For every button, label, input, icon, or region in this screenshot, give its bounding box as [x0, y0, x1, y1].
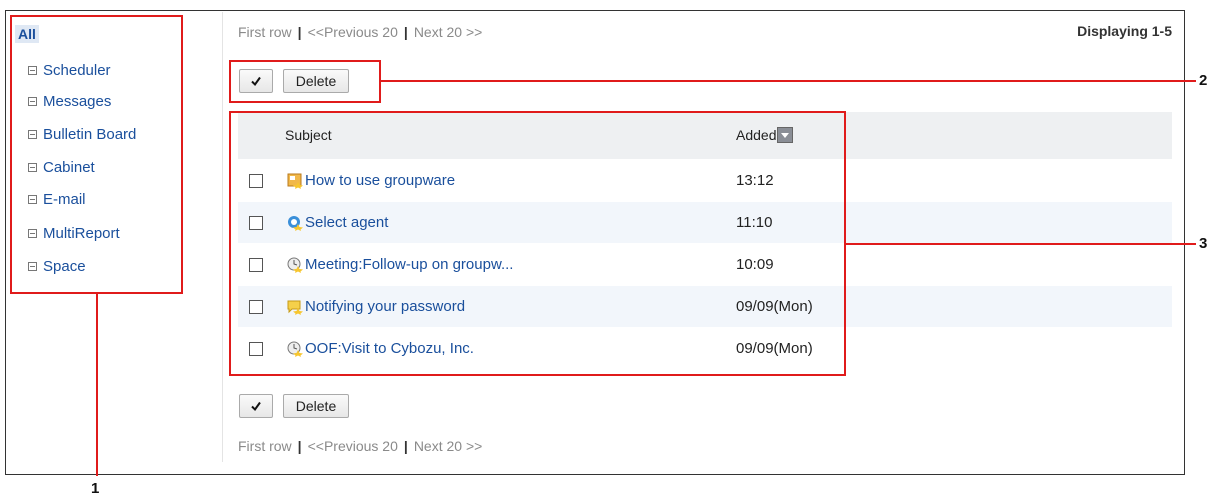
pager-separator: |	[297, 24, 302, 40]
pager-separator: |	[403, 438, 408, 454]
first-row-link[interactable]: First row	[238, 438, 292, 454]
callout-label-3: 3	[1199, 235, 1208, 252]
previous-link[interactable]: <<Previous 20	[308, 24, 398, 40]
pager-top: First row | <<Previous 20 | Next 20 >>	[238, 24, 482, 40]
callout-label-2: 2	[1199, 72, 1208, 89]
pager-bottom: First row | <<Previous 20 | Next 20 >>	[238, 438, 482, 454]
first-row-link[interactable]: First row	[238, 24, 292, 40]
delete-button-bottom[interactable]: Delete	[283, 394, 349, 418]
checkmark-icon	[251, 401, 261, 412]
select-all-button-bottom[interactable]	[239, 394, 273, 418]
delete-label: Delete	[295, 398, 337, 414]
pager-separator: |	[403, 24, 408, 40]
pager-separator: |	[297, 438, 302, 454]
next-link[interactable]: Next 20 >>	[414, 24, 483, 40]
sidebar-divider	[222, 12, 223, 462]
callout-label-1: 1	[91, 480, 100, 497]
callout-box-1	[10, 15, 183, 294]
callout-line-2	[381, 80, 1196, 82]
callout-box-2	[229, 60, 381, 103]
callout-line-3	[846, 243, 1196, 245]
previous-link[interactable]: <<Previous 20	[308, 438, 398, 454]
callout-line-1	[96, 294, 98, 476]
displaying-count: Displaying 1-5	[1077, 23, 1172, 39]
callout-box-3	[229, 111, 846, 376]
next-link[interactable]: Next 20 >>	[414, 438, 483, 454]
